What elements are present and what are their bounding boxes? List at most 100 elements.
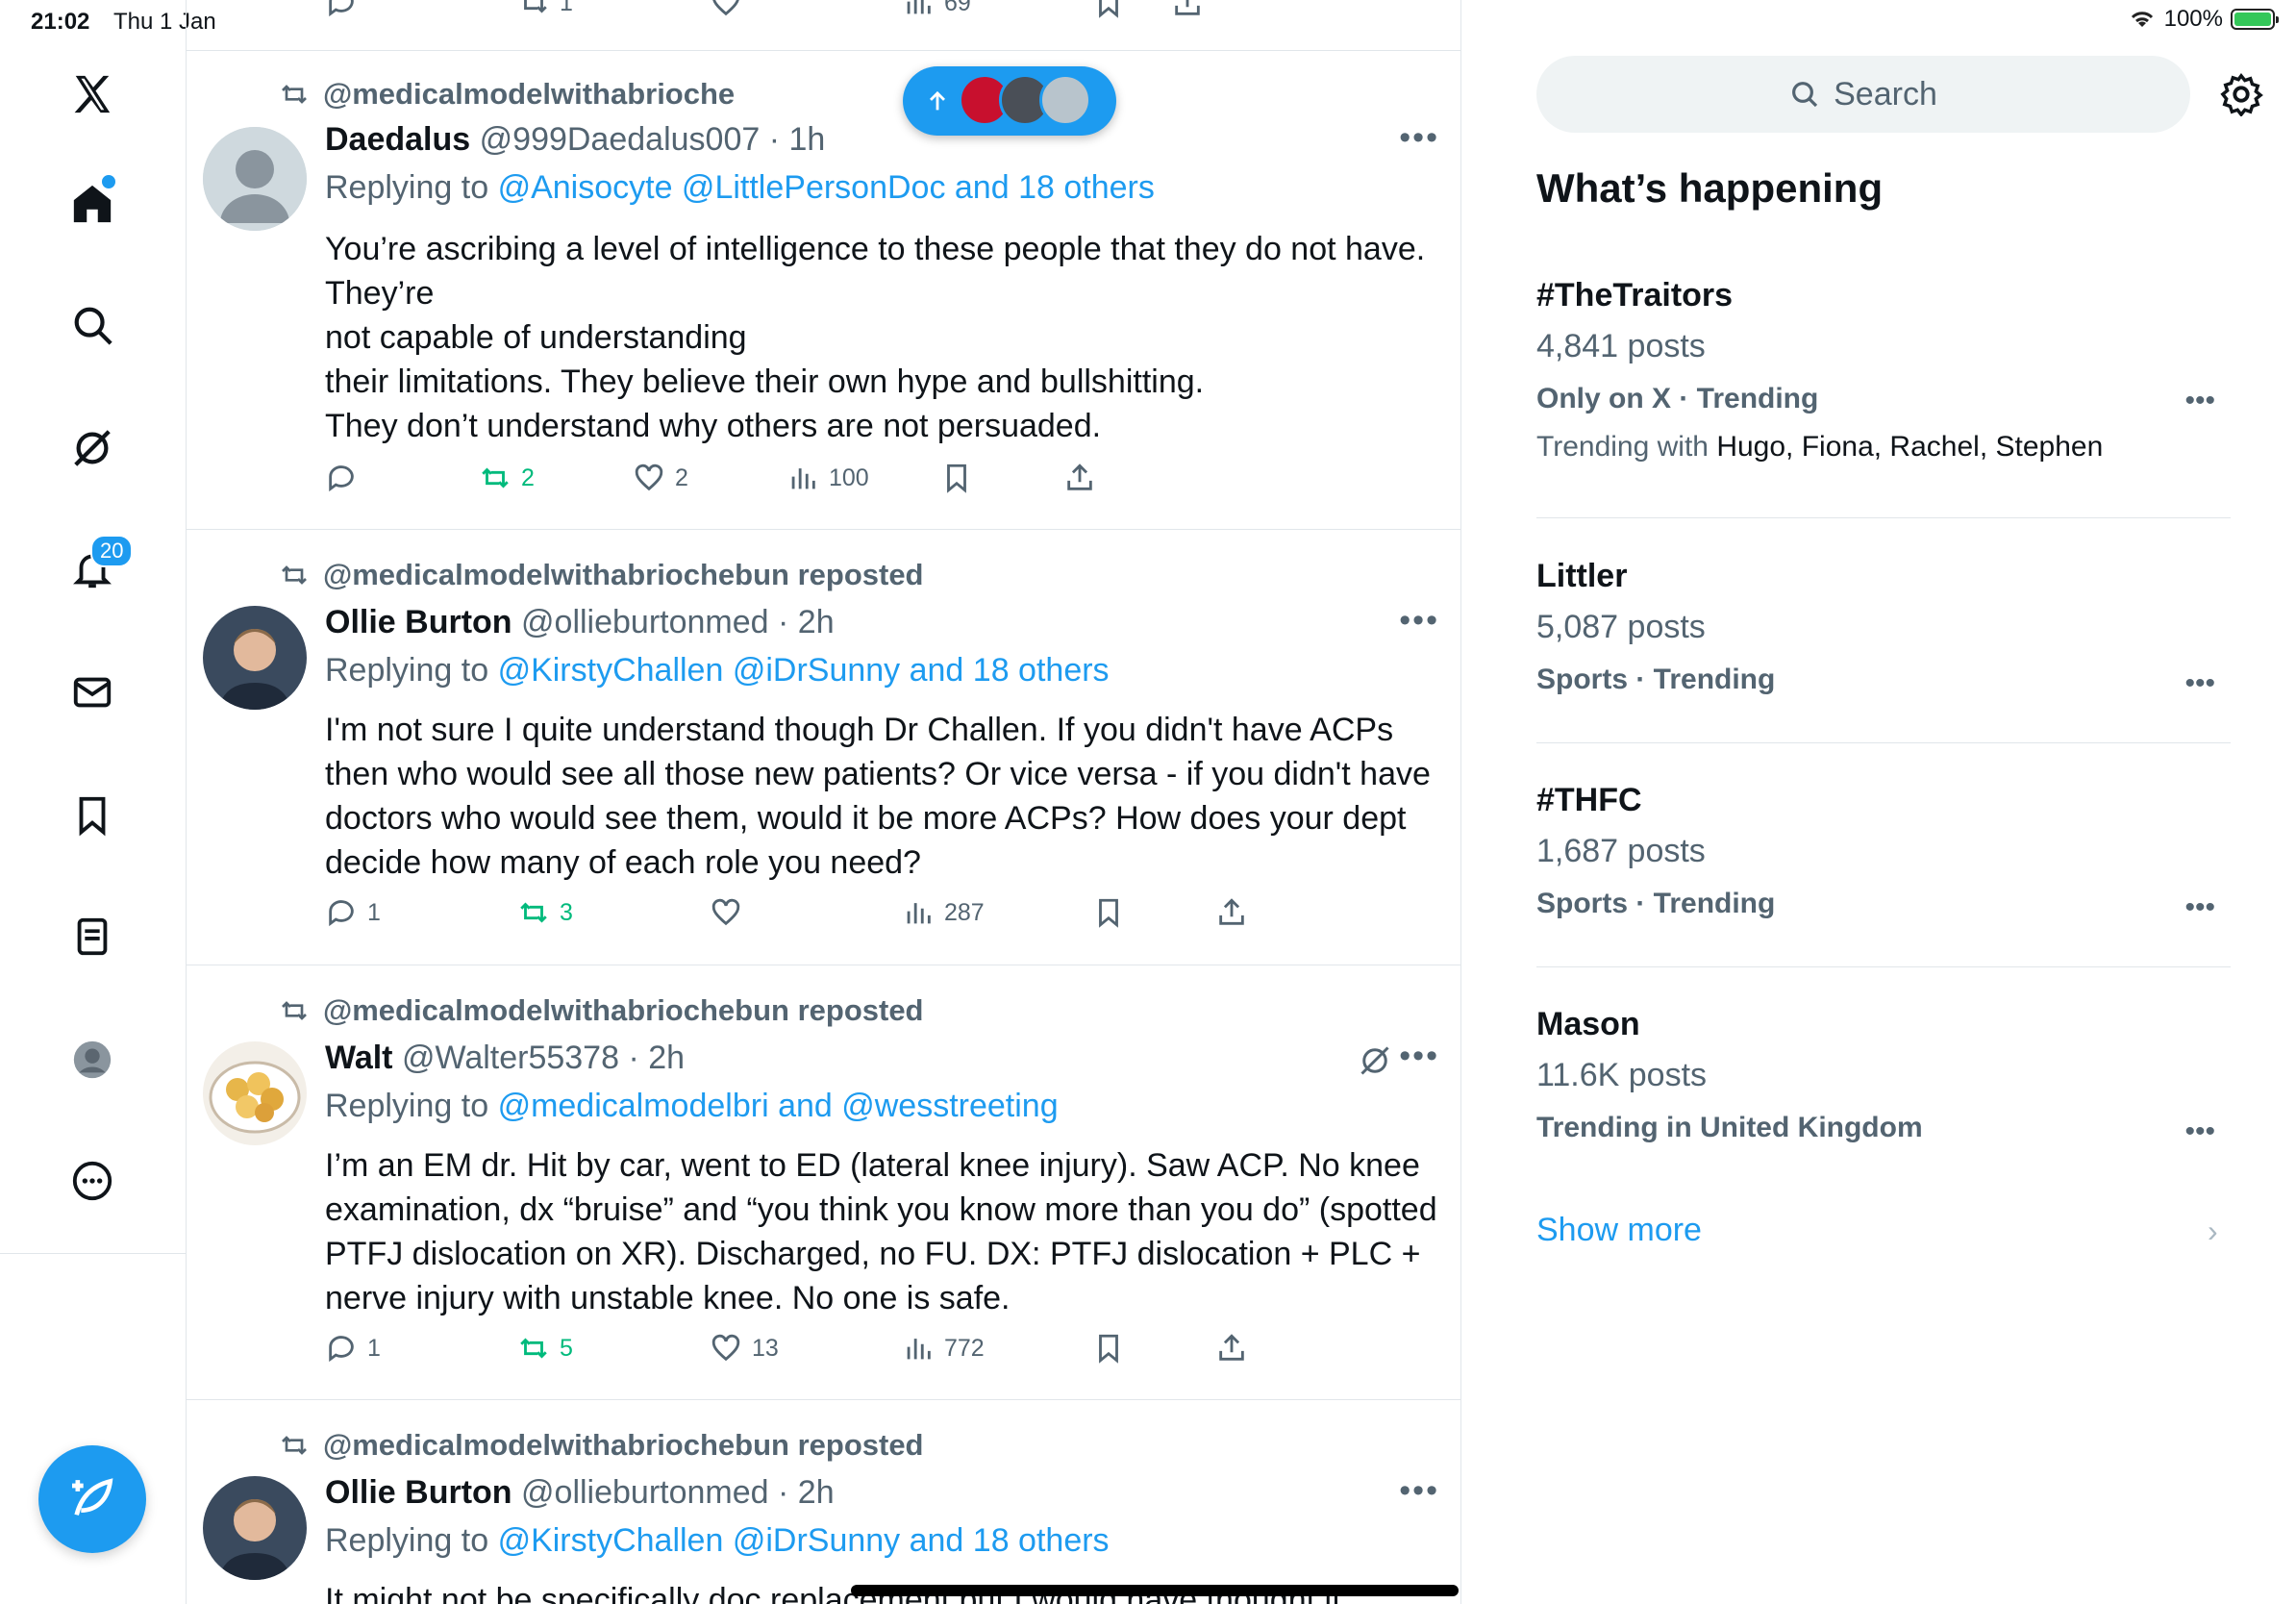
partial-tweet: 1 69 — [187, 0, 1460, 51]
trend-title: #THFC — [1536, 782, 1642, 818]
search-icon[interactable] — [56, 288, 129, 362]
tweet-more-button[interactable]: ••• — [1399, 1038, 1439, 1075]
avatar[interactable] — [203, 606, 307, 710]
replying-to-link[interactable]: @KirstyChallen @iDrSunny and 18 others — [498, 652, 1110, 689]
profile-avatar-icon[interactable] — [56, 1023, 129, 1096]
tweet-more-button[interactable]: ••• — [1399, 1472, 1439, 1510]
retweet-button[interactable]: 2 — [479, 462, 535, 494]
like-button[interactable] — [710, 0, 742, 19]
avatar[interactable] — [203, 127, 307, 231]
search-placeholder: Search — [1834, 75, 1937, 113]
share-icon — [1219, 898, 1244, 925]
like-button[interactable]: 13 — [710, 1332, 779, 1365]
tweet-line: their limitations. They believe their ow… — [325, 363, 1205, 400]
chevron-right-icon: › — [2208, 1214, 2218, 1248]
reply-button[interactable]: 1 — [325, 1332, 381, 1365]
pill-avatar — [1039, 74, 1091, 126]
views-button[interactable]: 69 — [902, 0, 971, 19]
arrow-up-icon — [930, 90, 945, 111]
retweet-button[interactable]: 1 — [517, 0, 573, 19]
replying-prefix: Replying to — [325, 1088, 489, 1124]
trend-more-button[interactable]: ••• — [2184, 891, 2215, 924]
tweet-text: I’m an EM dr. Hit by car, went to ED (la… — [325, 1147, 1437, 1316]
new-posts-pill[interactable] — [903, 66, 1116, 136]
reply-button[interactable] — [325, 0, 358, 19]
compose-post-button[interactable] — [38, 1445, 146, 1553]
share-button[interactable] — [1215, 1332, 1248, 1365]
tweet-more-button[interactable]: ••• — [1399, 602, 1439, 639]
avatar[interactable] — [203, 1041, 307, 1145]
timeline-feed[interactable]: 1 69 @medicalmodelwithabrioche Daedalus … — [186, 0, 1461, 1604]
grok-icon[interactable] — [1358, 1043, 1392, 1078]
like-button[interactable] — [710, 896, 752, 929]
author-handle[interactable]: @Walter55378 — [402, 1040, 619, 1076]
trend-item[interactable]: Littler 5,087 posts Sports · Trending ••… — [1536, 558, 2231, 699]
notifications-bell-icon[interactable]: 20 — [56, 533, 134, 606]
more-options-icon[interactable] — [56, 1144, 129, 1217]
heart-icon — [635, 464, 663, 491]
author-name[interactable]: Daedalus — [325, 121, 470, 158]
like-button[interactable]: 2 — [633, 462, 688, 494]
share-button[interactable] — [1063, 462, 1096, 494]
trend-more-button[interactable]: ••• — [2184, 1115, 2215, 1148]
tweet[interactable]: @medicalmodelwithabriochebun reposted Wa… — [187, 965, 1460, 1400]
retweet-button[interactable]: 3 — [517, 896, 573, 929]
tweet-more-button[interactable]: ••• — [1399, 119, 1439, 157]
home-unread-dot — [100, 173, 117, 190]
share-button[interactable] — [1171, 0, 1204, 19]
profile-photo — [203, 1041, 307, 1145]
bookmark-button[interactable] — [1092, 1332, 1125, 1365]
trend-item[interactable]: #TheTraitors 4,841 posts Only on X · Tre… — [1536, 277, 2231, 464]
reply-button[interactable]: 1 — [325, 896, 381, 929]
home-icon[interactable] — [56, 167, 129, 240]
trend-meta: Sports · Trending — [1536, 664, 1776, 695]
views-button[interactable]: 287 — [902, 896, 985, 929]
repost-icon — [282, 1001, 307, 1020]
views-button[interactable]: 772 — [902, 1332, 985, 1365]
bookmark-button[interactable] — [940, 462, 973, 494]
left-nav: 20 — [0, 44, 186, 1254]
search-bar[interactable]: Search — [1536, 56, 2190, 133]
messages-envelope-icon[interactable] — [56, 656, 129, 729]
avatar[interactable] — [203, 1476, 307, 1580]
author-handle[interactable]: @999Daedalus007 — [480, 121, 761, 158]
trend-meta: Trending in United Kingdom — [1536, 1112, 1923, 1143]
replying-to: Replying to @Anisocyte @LittlePersonDoc … — [325, 169, 1155, 207]
lists-icon[interactable] — [56, 900, 129, 973]
author-name[interactable]: Ollie Burton — [325, 1474, 512, 1511]
tweet[interactable]: @medicalmodelwithabriochebun reposted Ol… — [187, 529, 1460, 965]
author-handle[interactable]: @ollieburtonmed — [521, 604, 769, 640]
tweet[interactable]: @medicalmodelwithabriochebun reposted Ol… — [187, 1399, 1460, 1604]
trend-more-button[interactable]: ••• — [2184, 667, 2215, 700]
like-count: 2 — [675, 464, 688, 491]
author-name[interactable]: Ollie Burton — [325, 604, 512, 640]
retweet-button[interactable]: 5 — [517, 1332, 573, 1365]
repost-indicator: @medicalmodelwithabriochebun reposted — [279, 558, 924, 592]
trend-item[interactable]: Mason 11.6K posts Trending in United Kin… — [1536, 1006, 2231, 1147]
show-more-link[interactable]: Show more — [1536, 1212, 1702, 1249]
share-button[interactable] — [1215, 896, 1248, 929]
tweet-time: · 1h — [768, 121, 826, 158]
x-logo-icon[interactable] — [56, 58, 129, 131]
tweet-time: · 2h — [778, 1474, 835, 1511]
bookmarks-icon[interactable] — [56, 779, 129, 852]
author-name[interactable]: Walt — [325, 1040, 393, 1076]
share-icon — [1175, 0, 1200, 15]
trend-item[interactable]: #THFC 1,687 posts Sports · Trending ••• — [1536, 782, 2231, 923]
grok-icon[interactable] — [56, 412, 129, 485]
replying-to-link[interactable]: @Anisocyte @LittlePersonDoc and 18 other… — [498, 169, 1155, 206]
bookmark-button[interactable] — [1092, 896, 1125, 929]
bookmark-button[interactable] — [1092, 0, 1125, 19]
reply-icon — [329, 900, 354, 927]
home-indicator[interactable] — [851, 1585, 1459, 1596]
search-icon — [1792, 82, 1818, 108]
author-handle[interactable]: @ollieburtonmed — [521, 1474, 769, 1511]
trend-with: Trending with Hugo, Fiona, Rachel, Steph… — [1536, 431, 2231, 464]
replying-to-link[interactable]: @medicalmodelbri and @wesstreeting — [498, 1088, 1059, 1124]
views-button[interactable]: 100 — [786, 462, 869, 494]
tweet[interactable]: @medicalmodelwithabrioche Daedalus @999D… — [187, 50, 1460, 530]
settings-gear-icon[interactable] — [2219, 72, 2263, 116]
trend-more-button[interactable]: ••• — [2184, 385, 2215, 417]
replying-to-link[interactable]: @KirstyChallen @iDrSunny and 18 others — [498, 1522, 1110, 1559]
reply-button[interactable] — [325, 462, 358, 494]
